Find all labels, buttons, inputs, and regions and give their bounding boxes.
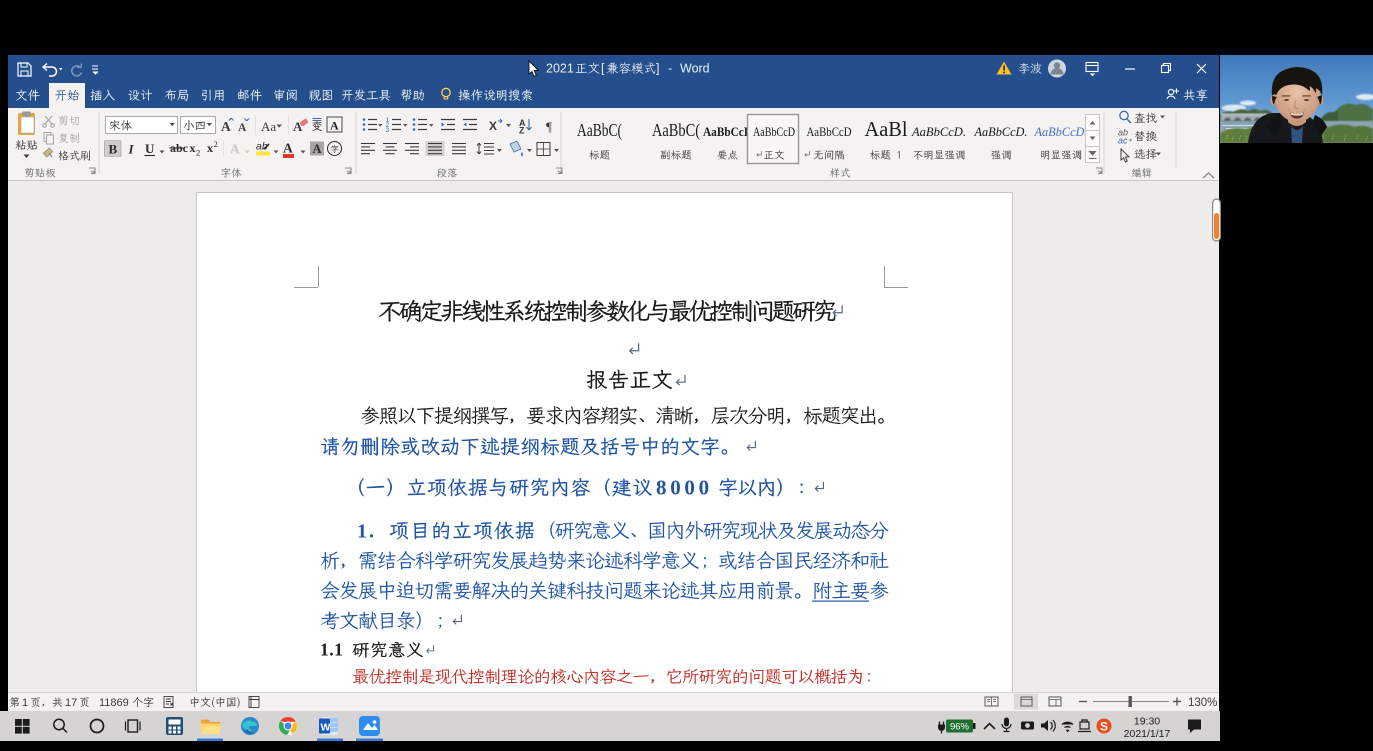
svg-text:A: A [330, 119, 339, 133]
svg-text:A: A [230, 142, 240, 157]
svg-text:A: A [238, 122, 247, 134]
svg-text:A: A [313, 142, 322, 156]
svg-text:W: W [321, 722, 331, 734]
svg-text:19:30: 19:30 [1134, 716, 1160, 728]
svg-text:2021: 2021 [546, 62, 574, 76]
svg-text:AaBbCcD.: AaBbCcD. [1034, 125, 1088, 139]
svg-text:AaBbC(: AaBbC( [652, 120, 700, 140]
svg-text:Word: Word [680, 62, 710, 76]
svg-text:S: S [1100, 720, 1108, 734]
svg-text:1.: 1. [357, 521, 376, 543]
svg-text:3: 3 [386, 127, 390, 134]
svg-text:ac: ac [1118, 136, 1128, 146]
svg-text:AaBbCcD: AaBbCcD [703, 124, 752, 139]
svg-text:1: 1 [22, 697, 28, 709]
svg-text:A: A [283, 141, 293, 156]
svg-text:Z: Z [519, 126, 525, 136]
svg-text:U: U [145, 141, 155, 156]
svg-text:x: x [207, 141, 213, 155]
svg-text:]: ] [656, 62, 659, 76]
svg-text:96%: 96% [950, 722, 970, 733]
svg-text:X: X [489, 119, 497, 133]
svg-text:Aa: Aa [261, 119, 276, 134]
svg-text:8000: 8000 [656, 476, 713, 500]
svg-text:AaBbC(: AaBbC( [577, 120, 622, 140]
svg-text:130%: 130% [1188, 697, 1217, 709]
svg-text:17: 17 [65, 697, 77, 709]
svg-text:B: B [109, 142, 118, 157]
svg-text:AaBbCcD.: AaBbCcD. [911, 125, 966, 139]
svg-text:2021/1/17: 2021/1/17 [1124, 728, 1171, 740]
svg-text:AaBl: AaBl [865, 117, 908, 141]
svg-text:AaBbCcD: AaBbCcD [807, 124, 852, 139]
svg-text:1.1: 1.1 [320, 640, 343, 660]
svg-text:AaBbCcD.: AaBbCcD. [974, 125, 1028, 139]
svg-text:[: [ [601, 62, 605, 76]
svg-text:x: x [190, 141, 196, 155]
svg-text:-: - [668, 62, 672, 76]
svg-text:AaBbCcD: AaBbCcD [753, 124, 795, 139]
svg-text:A: A [221, 119, 231, 134]
svg-text:¶: ¶ [546, 119, 552, 134]
svg-text:2: 2 [196, 148, 200, 158]
svg-text:2: 2 [214, 139, 218, 149]
svg-text:I: I [128, 142, 135, 157]
svg-text:11869: 11869 [99, 697, 129, 709]
